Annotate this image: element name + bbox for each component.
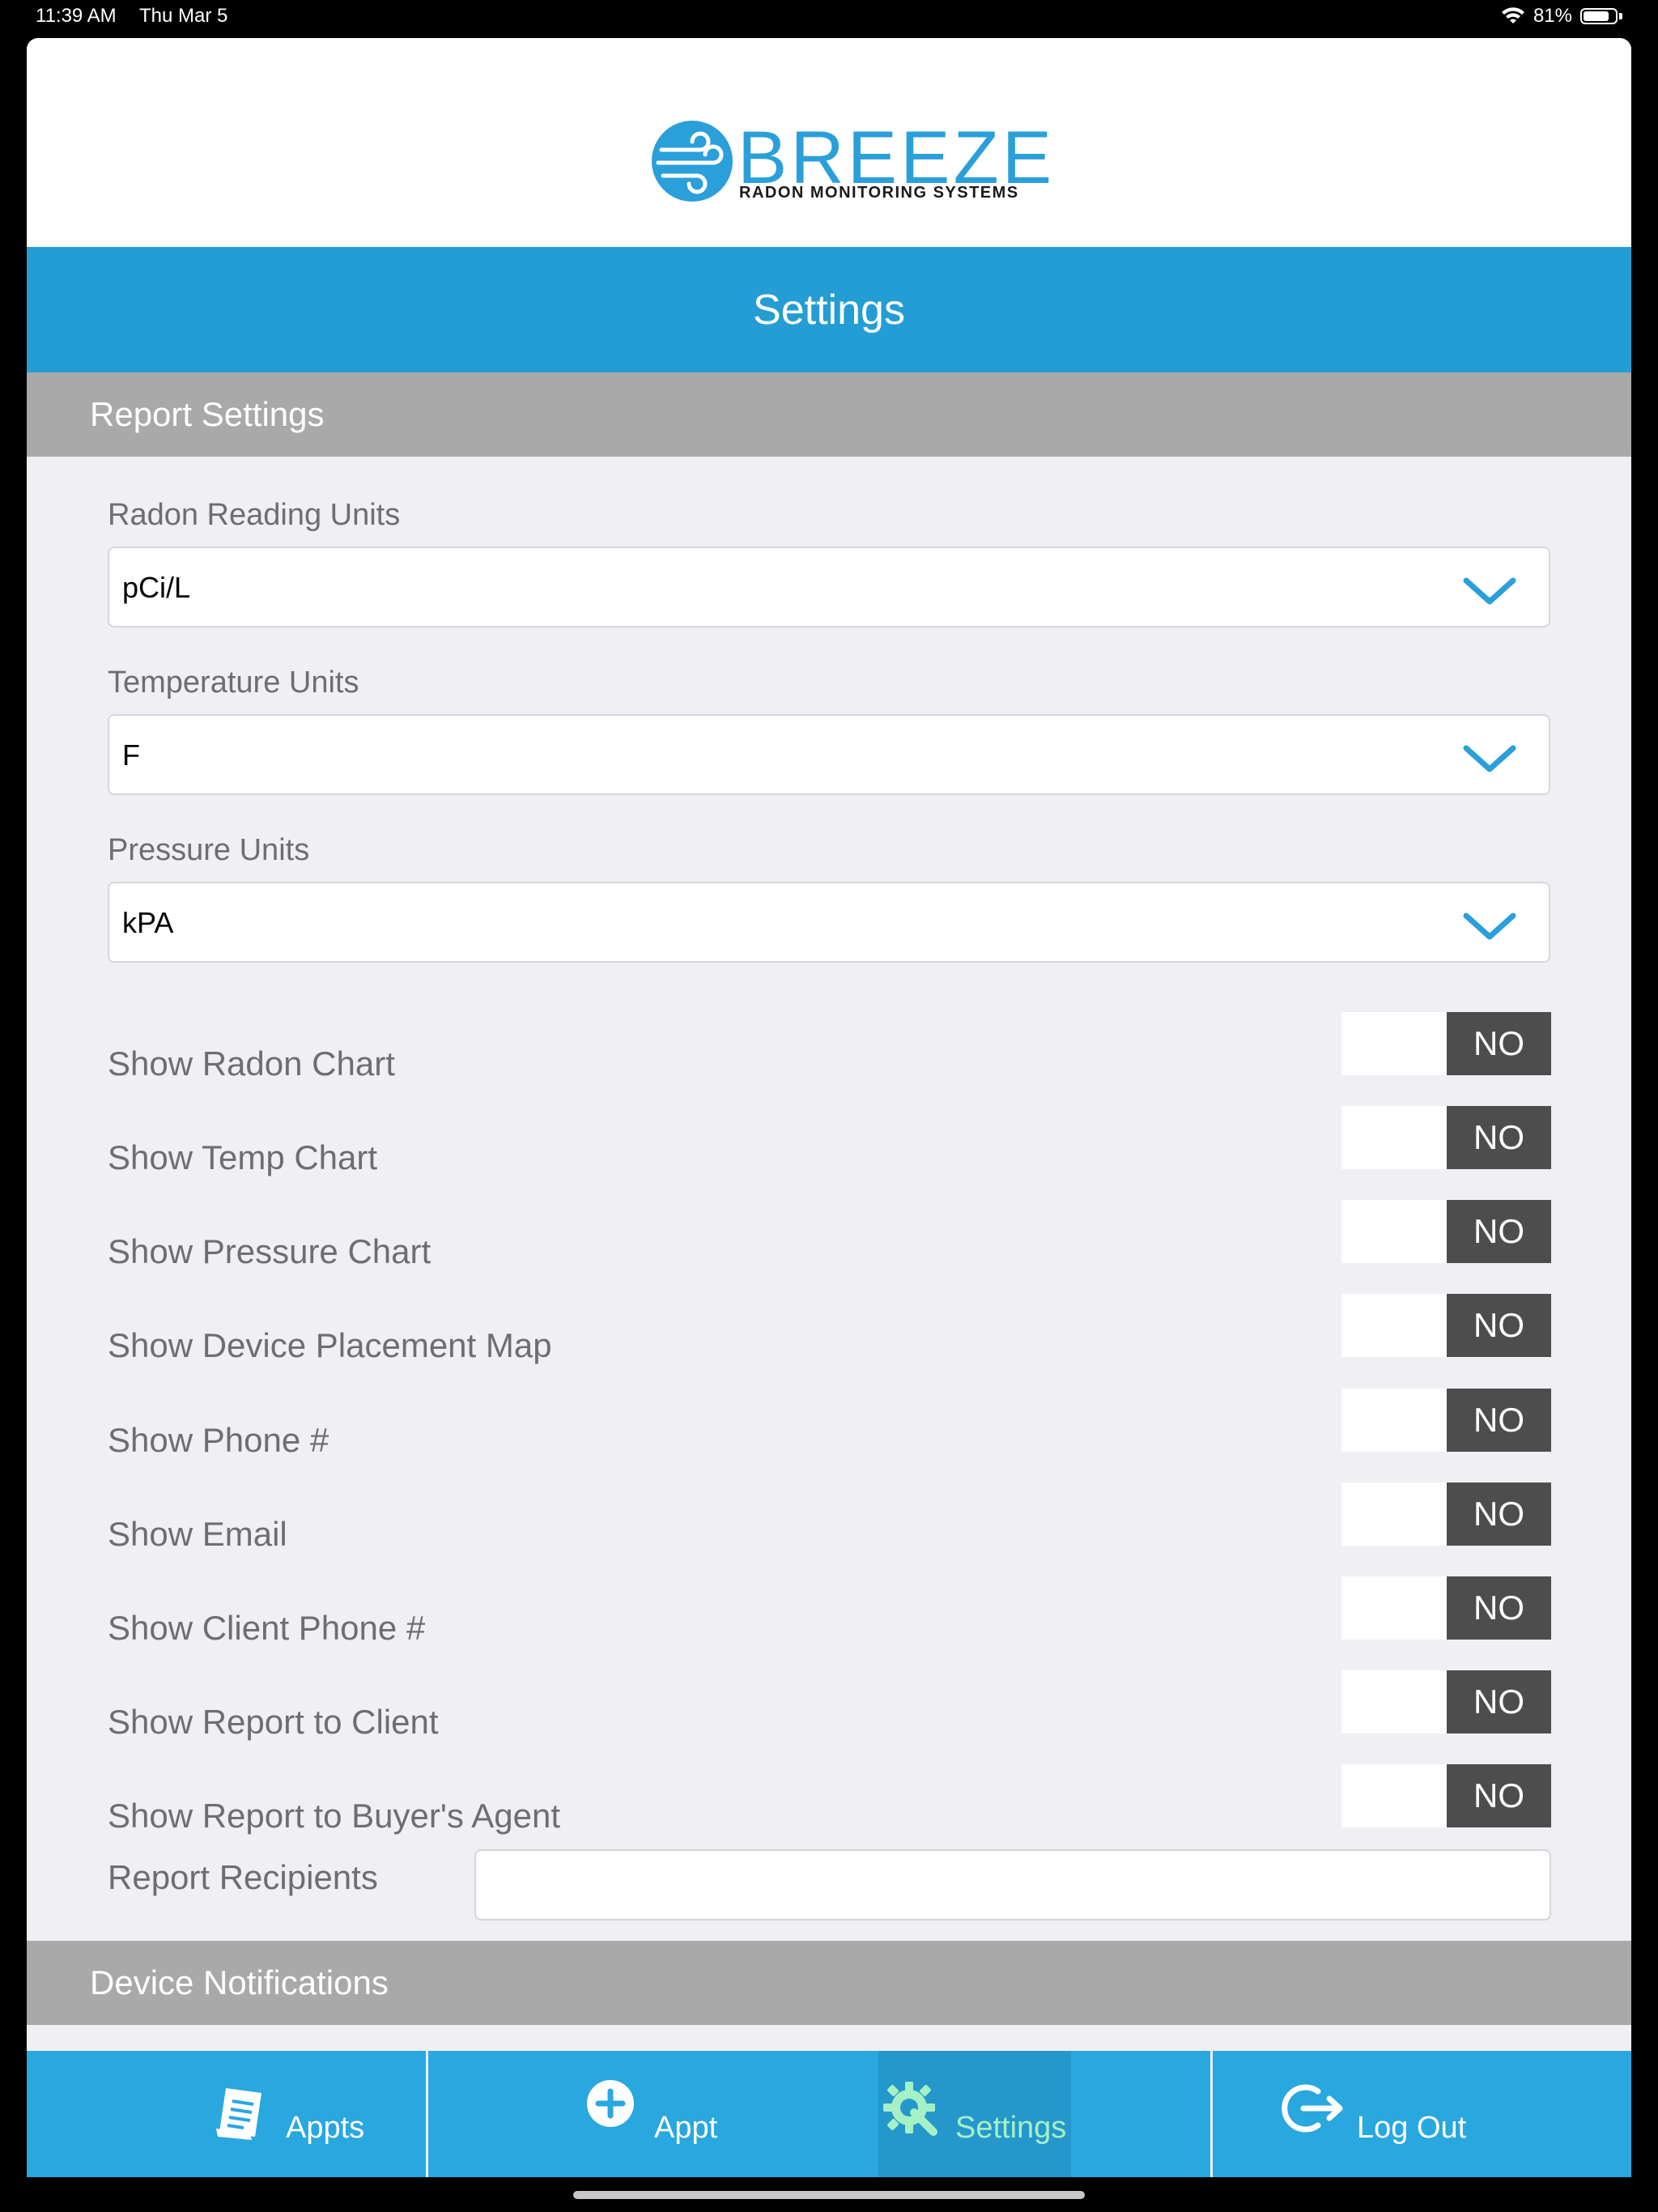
page-title: Settings [753,287,905,334]
status-time: 11:39 AM [36,5,117,27]
status-bar: 11:39 AM Thu Mar 5 81% [0,0,1658,34]
select-value: pCi/L [122,571,191,604]
toggle-state: NO [1447,1200,1551,1263]
toggle-temp-chart[interactable]: NO [1341,1106,1551,1169]
radon-units-label: Radon Reading Units [108,498,401,532]
toggle-track [1341,1764,1447,1827]
toggle-state: NO [1447,1389,1551,1452]
toggle-label-radon-chart: Show Radon Chart [108,1044,395,1083]
toggle-report-to-client[interactable]: NO [1341,1670,1551,1733]
plus-circle-icon [587,2080,634,2127]
app-window: BREEZE RADON MONITORING SYSTEMS Settings… [27,38,1631,2177]
battery-tip [1619,13,1622,19]
toggle-track [1341,1294,1447,1357]
toggle-track [1341,1012,1447,1075]
status-indicators: 81% [1501,5,1622,28]
tab-log-out[interactable]: Log Out [1213,2051,1631,2177]
title-bar: Settings [27,247,1631,372]
radon-units-select[interactable]: pCi/L [108,547,1550,627]
document-list-icon [216,2088,261,2140]
toggle-state: NO [1447,1576,1551,1640]
toggle-track [1341,1106,1447,1169]
select-value: kPA [122,906,174,939]
toggle-state: NO [1447,1106,1551,1169]
tab-label: Appts [286,2111,365,2145]
logo-tagline: RADON MONITORING SYSTEMS [739,184,1019,202]
section-header-device-notifications: Device Notifications [27,1941,1631,2025]
toggle-email[interactable]: NO [1341,1482,1551,1546]
toggle-label-pressure-chart: Show Pressure Chart [108,1232,432,1270]
section-title: Device Notifications [90,1963,389,2001]
gear-wrench-icon [883,2082,937,2136]
toggle-radon-chart[interactable]: NO [1341,1012,1551,1075]
logo-area: BREEZE RADON MONITORING SYSTEMS [27,38,1631,247]
pressure-units-label: Pressure Units [108,833,310,867]
toggle-label-device-placement-map: Show Device Placement Map [108,1326,552,1364]
status-date: Thu Mar 5 [139,5,228,27]
battery-icon [1580,8,1618,24]
tab-settings[interactable]: Settings [878,2051,1071,2177]
tab-label: Appt [654,2111,718,2145]
toggle-track [1341,1389,1447,1452]
toggle-pressure-chart[interactable]: NO [1341,1200,1551,1263]
tab-appt[interactable]: Appt [428,2051,1238,2177]
home-indicator [573,2191,1085,2199]
tab-appts[interactable]: Appts [27,2051,426,2177]
toggle-device-placement-map[interactable]: NO [1341,1294,1551,1357]
toggle-state: NO [1447,1670,1551,1733]
toggle-label-email: Show Email [108,1515,287,1553]
wifi-icon [1501,7,1524,23]
toggle-state: NO [1447,1012,1551,1075]
toggle-client-phone[interactable]: NO [1341,1576,1551,1640]
toggle-label-report-to-buyers-agent: Show Report to Buyer's Agent [108,1797,561,1835]
section-header-report: Report Settings [27,372,1631,457]
temperature-units-select[interactable]: F [108,714,1550,795]
toggle-label-report-to-client: Show Report to Client [108,1703,439,1741]
toggle-state: NO [1447,1764,1551,1827]
tab-label: Settings [955,2111,1067,2145]
toggle-state: NO [1447,1294,1551,1357]
temperature-units-label: Temperature Units [108,666,359,700]
breeze-logo: BREEZE RADON MONITORING SYSTEMS [650,117,1052,208]
chevron-down-icon [1463,745,1516,772]
section-title: Report Settings [90,395,325,433]
report-recipients-input[interactable] [474,1849,1551,1921]
toggle-phone[interactable]: NO [1341,1389,1551,1452]
chevron-down-icon [1463,577,1516,605]
toggle-track [1341,1482,1447,1546]
tab-label: Log Out [1357,2111,1467,2145]
battery-percent: 81% [1533,5,1572,27]
logout-icon [1282,2084,1343,2133]
toggle-report-to-buyers-agent[interactable]: NO [1341,1764,1551,1827]
toggle-state: NO [1447,1482,1551,1546]
pressure-units-select[interactable]: kPA [108,882,1550,963]
bottom-tab-bar: Appts Appt Settings Log Out [27,2051,1631,2177]
toggle-track [1341,1200,1447,1263]
select-value: F [122,738,140,772]
toggle-label-phone: Show Phone # [108,1421,329,1459]
wind-logo-icon [652,121,733,202]
toggle-label-client-phone: Show Client Phone # [108,1609,426,1647]
toggle-track [1341,1576,1447,1640]
report-recipients-label: Report Recipients [108,1858,378,1896]
toggle-label-temp-chart: Show Temp Chart [108,1138,378,1176]
chevron-down-icon [1463,912,1516,940]
toggle-track [1341,1670,1447,1733]
